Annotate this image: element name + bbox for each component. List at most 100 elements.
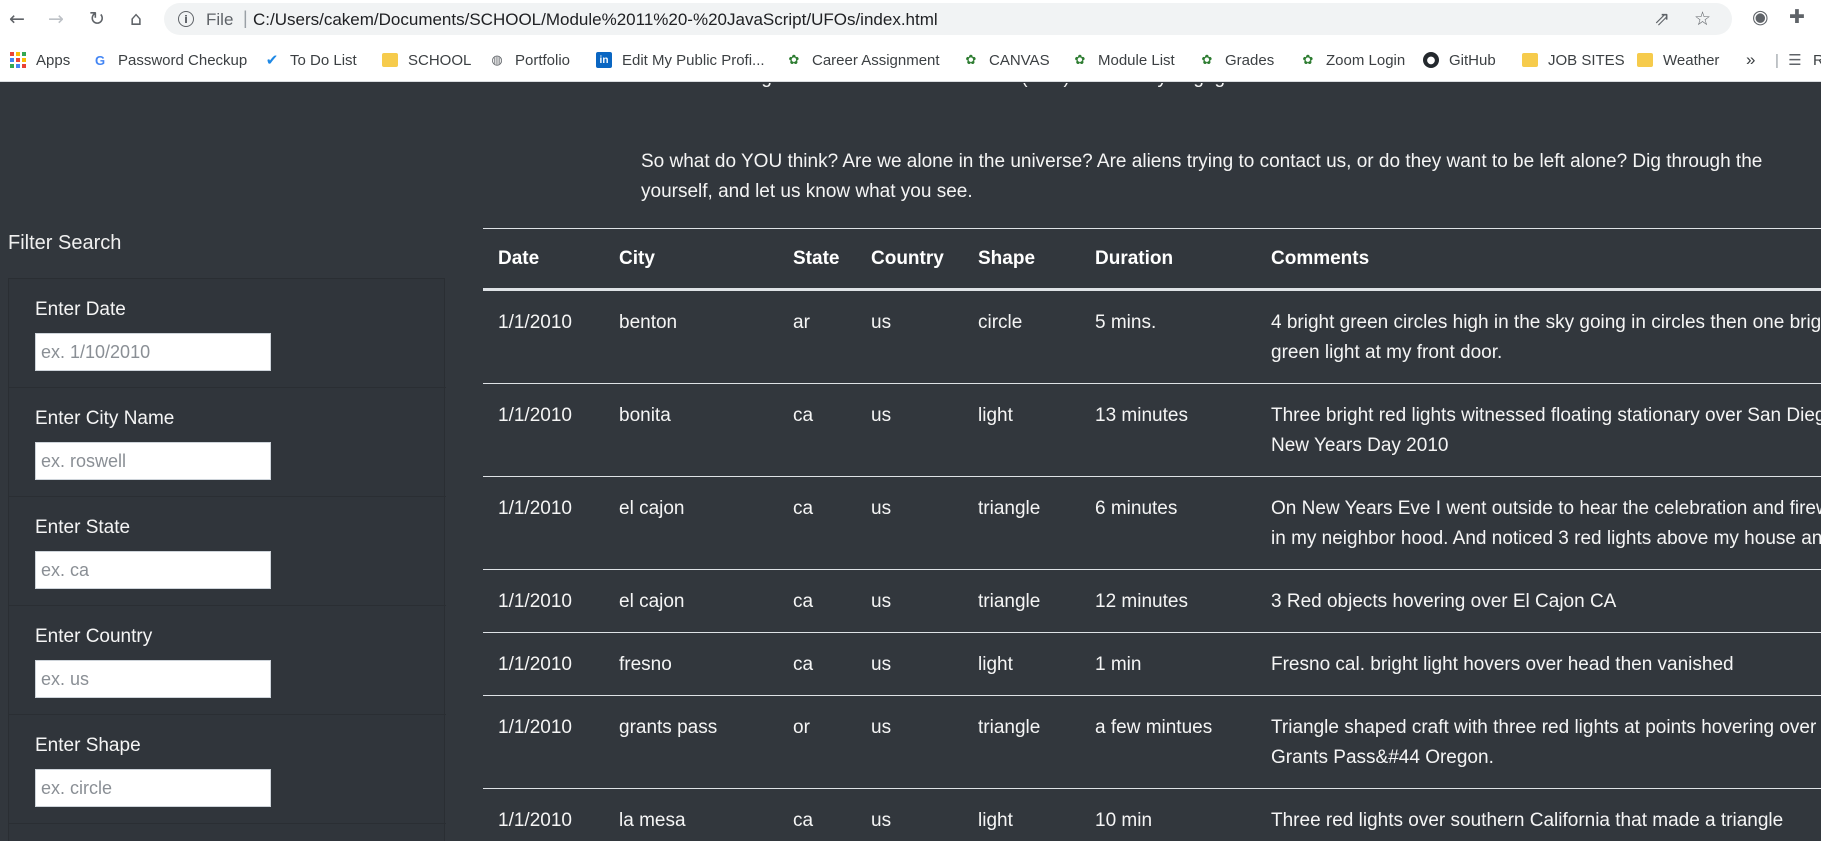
comments-cell: Three bright red lights witnessed floati… (1256, 383, 1821, 477)
table-row: 1/1/2010 benton ar us circle 5 mins. 4 bright … (483, 289, 1821, 384)
country-cell: us (856, 788, 963, 841)
bookmark-label: Career Assignment (812, 51, 940, 69)
shape-cell: light (963, 383, 1080, 477)
bookmark-portfolio[interactable]: ◍ Portfolio (489, 50, 570, 70)
bookmark-module-list[interactable]: ✿ Module List (1072, 50, 1175, 70)
filter-state: Enter State (9, 497, 446, 606)
state-input[interactable] (35, 551, 271, 589)
date-cell: 1/1/2010 (483, 383, 604, 477)
city-cell: la mesa (604, 788, 778, 841)
bookmark-label: Apps (36, 51, 71, 69)
duration-cell: 5 mins. (1080, 289, 1256, 384)
filter-label: Enter Date (35, 299, 126, 320)
state-cell: or (778, 695, 856, 789)
checkmark-icon: ✔ (265, 51, 279, 69)
shape-cell: light (963, 632, 1080, 696)
shape-cell: triangle (963, 476, 1080, 570)
table-row: 1/1/2010 el cajon ca us triangle 6 minutes On … (483, 476, 1821, 570)
column-header-city[interactable]: City (604, 228, 778, 291)
bookmark-school[interactable]: SCHOOL (382, 50, 471, 70)
bookmark-github[interactable]: ● GitHub (1423, 50, 1496, 70)
globe-icon: ◍ (491, 52, 503, 68)
home-icon[interactable]: ⌂ (123, 6, 149, 32)
city-input[interactable] (35, 442, 271, 480)
shape-input[interactable] (35, 769, 271, 807)
folder-icon (1637, 53, 1653, 67)
intro-line-3: yourself, and let us know what you see. (641, 181, 973, 202)
filter-date: Enter Date (9, 279, 446, 388)
bookmark-password-checkup[interactable]: G Password Checkup (92, 50, 247, 70)
bookmark-label: SCHOOL (408, 51, 472, 69)
forward-icon[interactable]: → (43, 6, 69, 32)
bookmark-label: Weather (1663, 51, 1720, 69)
country-input[interactable] (35, 660, 271, 698)
comments-cell: On New Years Eve I went outside to hear … (1256, 476, 1821, 570)
state-cell: ar (778, 289, 856, 384)
bookmark-edit-profile[interactable]: in Edit My Public Profi... (596, 50, 765, 70)
duration-cell: a few mintues (1080, 695, 1256, 789)
country-cell: us (856, 569, 963, 633)
city-cell: grants pass (604, 695, 778, 789)
city-cell: el cajon (604, 476, 778, 570)
country-cell: us (856, 289, 963, 384)
address-bar[interactable]: i File | C:/Users/cakem/Documents/SCHOOL… (164, 3, 1732, 35)
country-cell: us (856, 383, 963, 477)
date-cell: 1/1/2010 (483, 569, 604, 633)
intro-line-2: So what do YOU think? Are we alone in th… (641, 151, 1763, 172)
duration-cell: 6 minutes (1080, 476, 1256, 570)
camera-icon[interactable]: ◉ (1752, 6, 1769, 28)
state-cell: ca (778, 569, 856, 633)
table-row: 1/1/2010 el cajon ca us triangle 12 minutes 3 … (483, 569, 1821, 633)
lotus-icon: ✿ (1302, 52, 1314, 68)
bookmark-label: Zoom Login (1326, 51, 1406, 69)
state-cell: ca (778, 476, 856, 570)
comments-cell: Three red lights over southern Californi… (1256, 788, 1821, 841)
city-cell: benton (604, 289, 778, 384)
bookmark-to-do-list[interactable]: ✔ To Do List (264, 50, 357, 70)
bookmarks-overflow-button[interactable]: » (1746, 50, 1755, 70)
city-cell: bonita (604, 383, 778, 477)
shape-cell: circle (963, 289, 1080, 384)
browser-toolbar: ← → ↻ ⌂ i File | C:/Users/cakem/Document… (0, 0, 1821, 38)
reading-list-icon: ☰ (1788, 51, 1802, 69)
column-header-country[interactable]: Country (856, 228, 963, 291)
bookmark-label: GitHub (1449, 51, 1496, 69)
duration-cell: 1 min (1080, 632, 1256, 696)
page-content: before directing us to the Leave Aliens … (0, 83, 1821, 841)
bookmark-label: Grades (1225, 51, 1275, 69)
country-cell: us (856, 632, 963, 696)
bookmark-grades[interactable]: ✿ Grades (1199, 50, 1275, 70)
date-cell: 1/1/2010 (483, 788, 604, 841)
bookmarks-divider: | (1775, 51, 1779, 69)
bookmark-zoom-login[interactable]: ✿ Zoom Login (1300, 50, 1406, 70)
column-header-duration[interactable]: Duration (1080, 228, 1256, 291)
comments-cell: 4 bright green circles high in the sky g… (1256, 289, 1821, 384)
filter-label: Enter Shape (35, 735, 141, 756)
column-header-comments[interactable]: Comments (1256, 228, 1821, 291)
share-icon[interactable]: ⇗ (1654, 8, 1670, 30)
column-header-state[interactable]: State (778, 228, 856, 291)
url-text[interactable]: C:/Users/cakem/Documents/SCHOOL/Module%2… (253, 10, 938, 30)
bookmark-star-icon[interactable]: ☆ (1694, 8, 1711, 30)
column-header-shape[interactable]: Shape (963, 228, 1080, 291)
date-cell: 1/1/2010 (483, 632, 604, 696)
extensions-icon[interactable]: ✚ (1789, 6, 1805, 28)
lotus-icon: ✿ (788, 52, 800, 68)
reload-icon[interactable]: ↻ (84, 6, 110, 32)
bookmark-job-sites[interactable]: JOB SITES (1522, 50, 1625, 70)
filter-country: Enter Country (9, 606, 446, 715)
site-info-icon[interactable]: i (178, 11, 194, 27)
reading-list-button[interactable]: ☰ R (1787, 50, 1821, 70)
bookmark-career-assignment[interactable]: ✿ Career Assignment (786, 50, 940, 70)
reading-list-label: R (1813, 51, 1821, 69)
bookmark-label: Portfolio (515, 51, 571, 69)
bookmark-weather[interactable]: Weather (1637, 50, 1719, 70)
lotus-icon: ✿ (965, 52, 977, 68)
date-input[interactable] (35, 333, 271, 371)
bookmark-apps[interactable]: Apps (10, 50, 70, 70)
back-icon[interactable]: ← (4, 6, 30, 32)
bookmark-canvas[interactable]: ✿ CANVAS (963, 50, 1050, 70)
duration-cell: 10 min (1080, 788, 1256, 841)
column-header-date[interactable]: Date (483, 228, 604, 291)
date-cell: 1/1/2010 (483, 289, 604, 384)
